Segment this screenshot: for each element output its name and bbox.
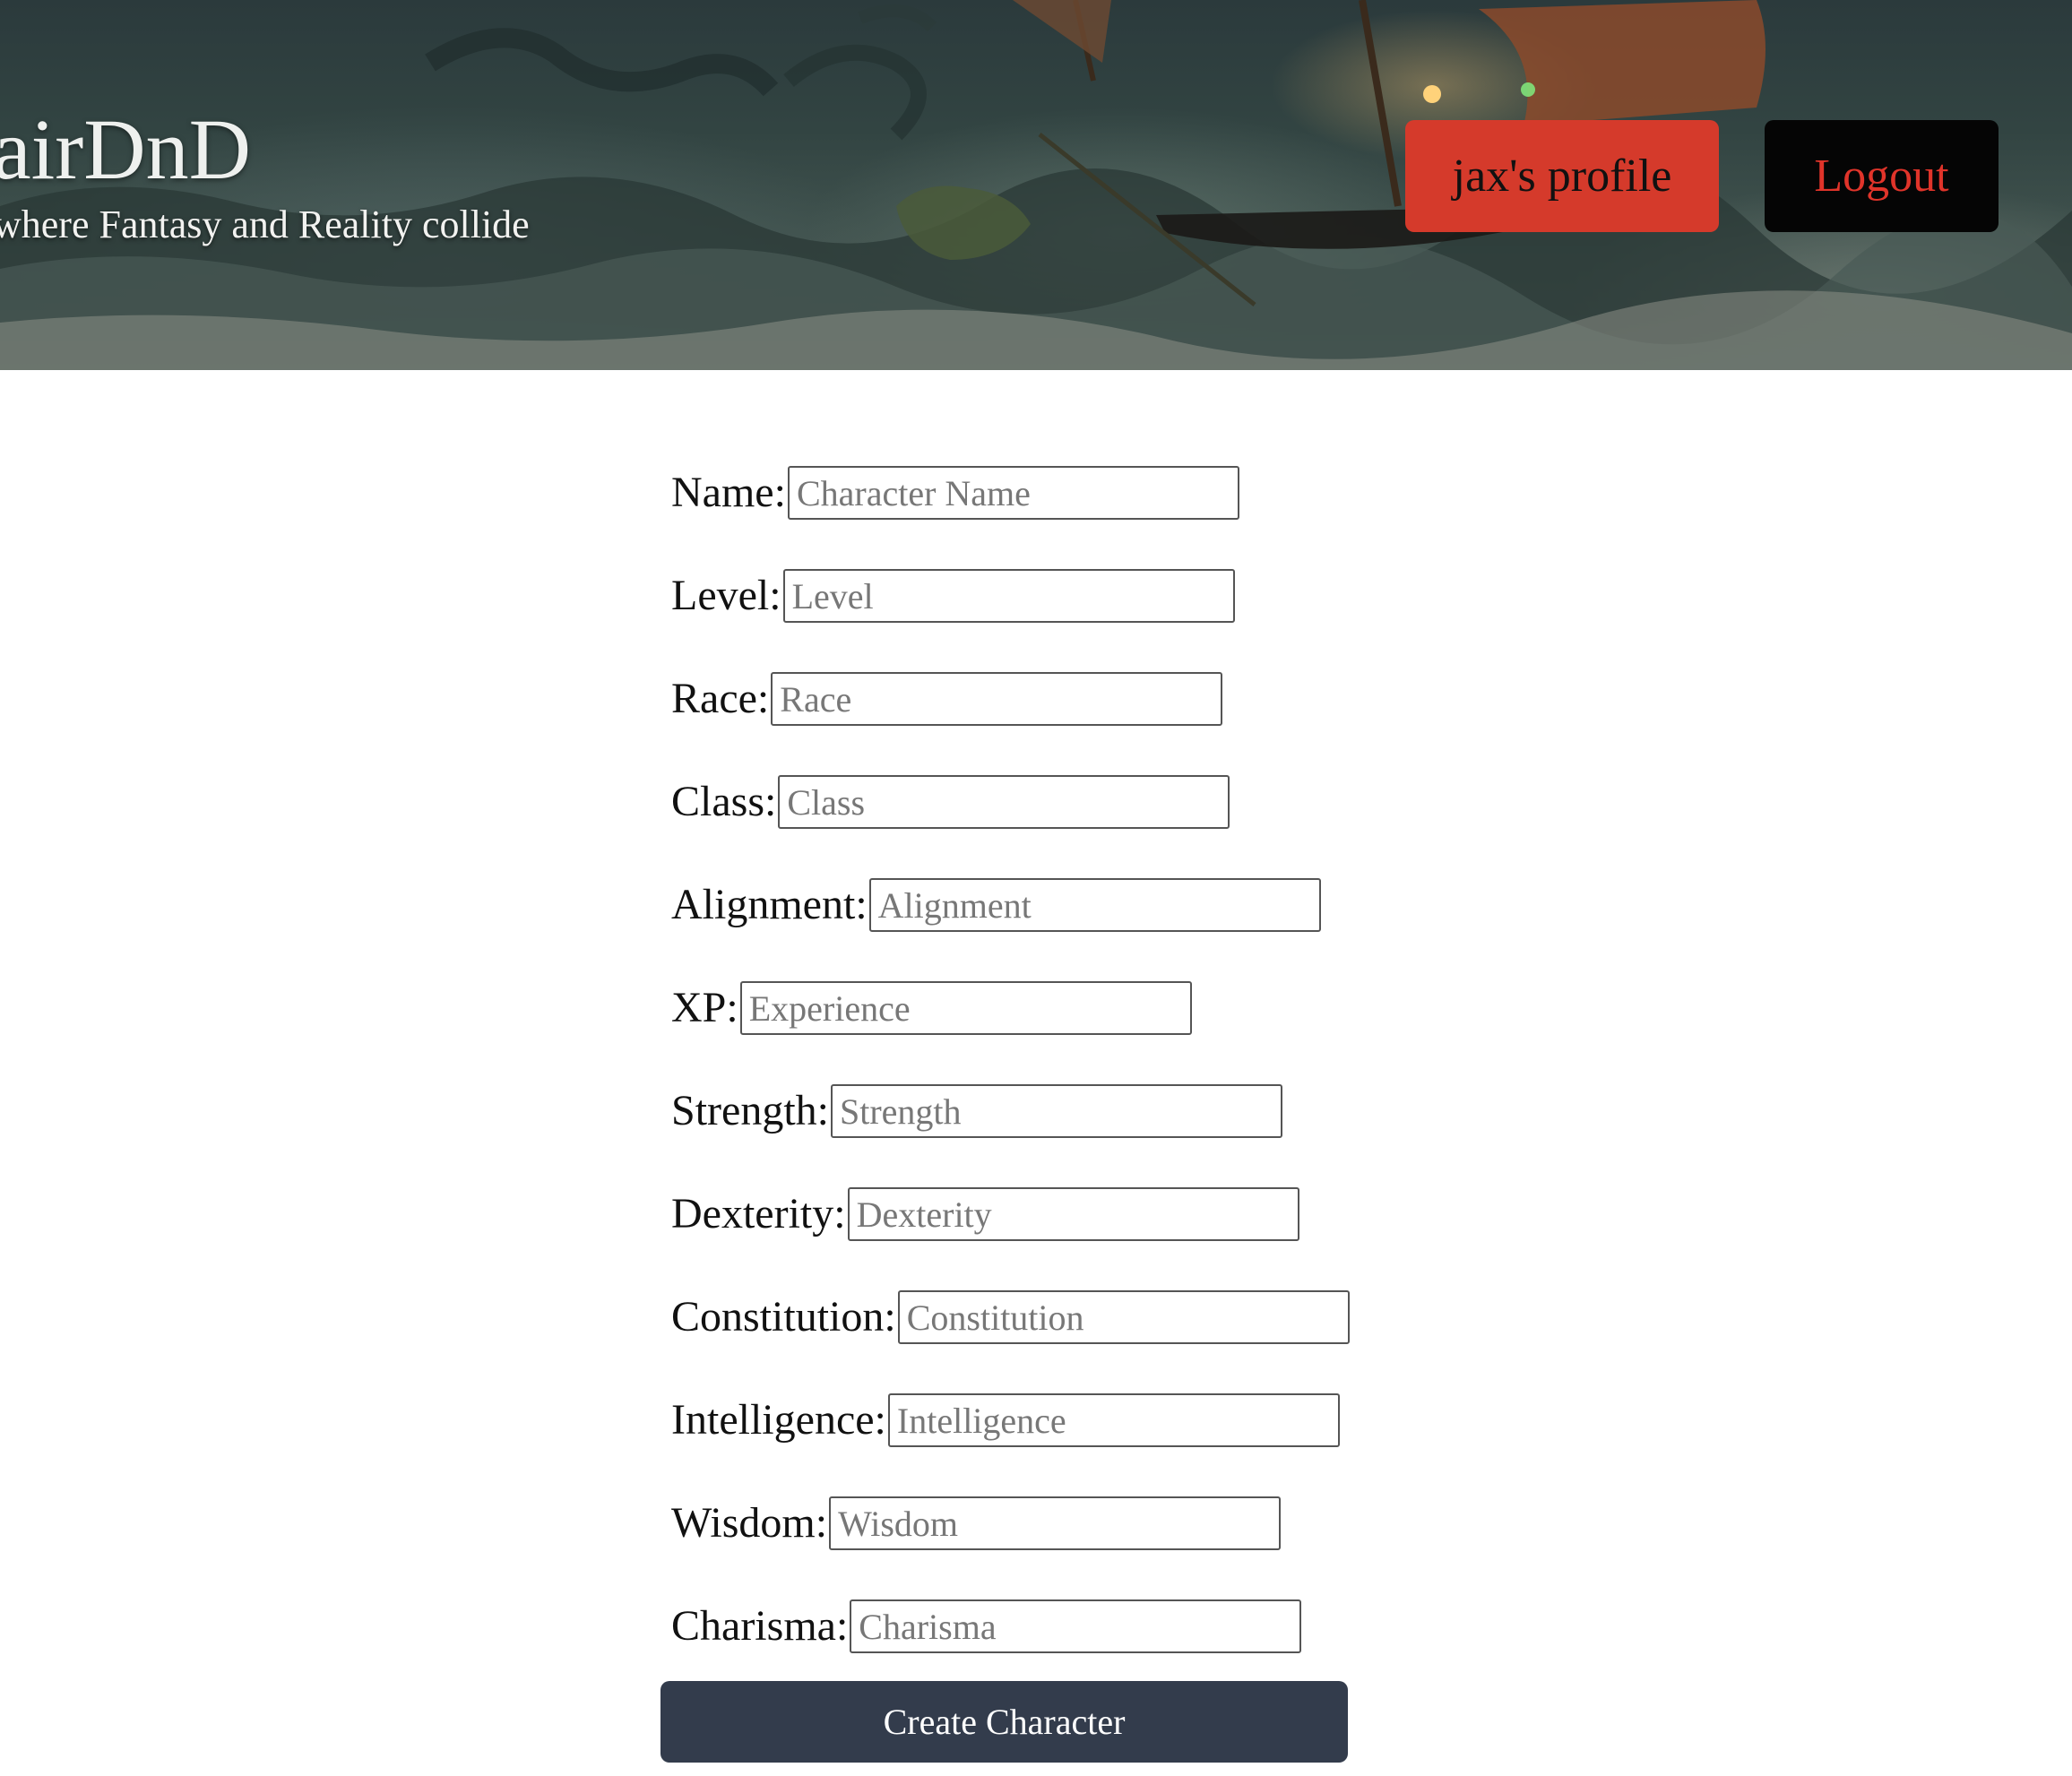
sea-battle-illustration [0,0,2072,370]
constitution-label: Constitution: [671,1293,896,1341]
wisdom-label: Wisdom: [671,1499,828,1547]
xp-label: XP: [671,984,738,1031]
logout-button[interactable]: Logout [1765,120,1999,232]
dexterity-input[interactable] [847,1187,1299,1241]
field-row-constitution: Constitution: [671,1290,1388,1344]
strength-input[interactable] [831,1084,1282,1138]
race-input[interactable] [771,672,1223,726]
intelligence-input[interactable] [887,1393,1340,1447]
create-character-button[interactable]: Create Character [660,1681,1348,1763]
wisdom-input[interactable] [829,1496,1282,1550]
field-row-intelligence: Intelligence: [671,1393,1388,1447]
site-title: airDnD [0,101,251,197]
field-row-level: Level: [671,569,1388,623]
name-label: Name: [671,469,786,516]
field-row-class: Class: [671,775,1388,829]
intelligence-label: Intelligence: [671,1396,886,1444]
field-row-wisdom: Wisdom: [671,1496,1388,1550]
profile-button[interactable]: jax's profile [1405,120,1719,232]
xp-input[interactable] [739,981,1192,1035]
field-row-charisma: Charisma: [671,1599,1388,1653]
create-character-form: Name: Level: Race: Class: Alignment: XP:… [671,466,1388,1703]
dexterity-label: Dexterity: [671,1190,846,1237]
name-input[interactable] [787,466,1239,520]
field-row-name: Name: [671,466,1388,520]
level-label: Level: [671,572,781,619]
field-row-dexterity: Dexterity: [671,1187,1388,1241]
field-row-alignment: Alignment: [671,878,1388,932]
field-row-strength: Strength: [671,1084,1388,1138]
class-label: Class: [671,778,777,825]
charisma-input[interactable] [850,1599,1302,1653]
alignment-input[interactable] [868,878,1321,932]
hero-banner: airDnD where Fantasy and Reality collide… [0,0,2072,370]
alignment-label: Alignment: [671,881,868,928]
site-tagline: where Fantasy and Reality collide [0,203,530,246]
race-label: Race: [671,675,770,722]
field-row-race: Race: [671,672,1388,726]
strength-label: Strength: [671,1087,829,1134]
level-input[interactable] [782,569,1235,623]
charisma-label: Charisma: [671,1602,849,1650]
constitution-input[interactable] [897,1290,1350,1344]
field-row-xp: XP: [671,981,1388,1035]
class-input[interactable] [778,775,1230,829]
